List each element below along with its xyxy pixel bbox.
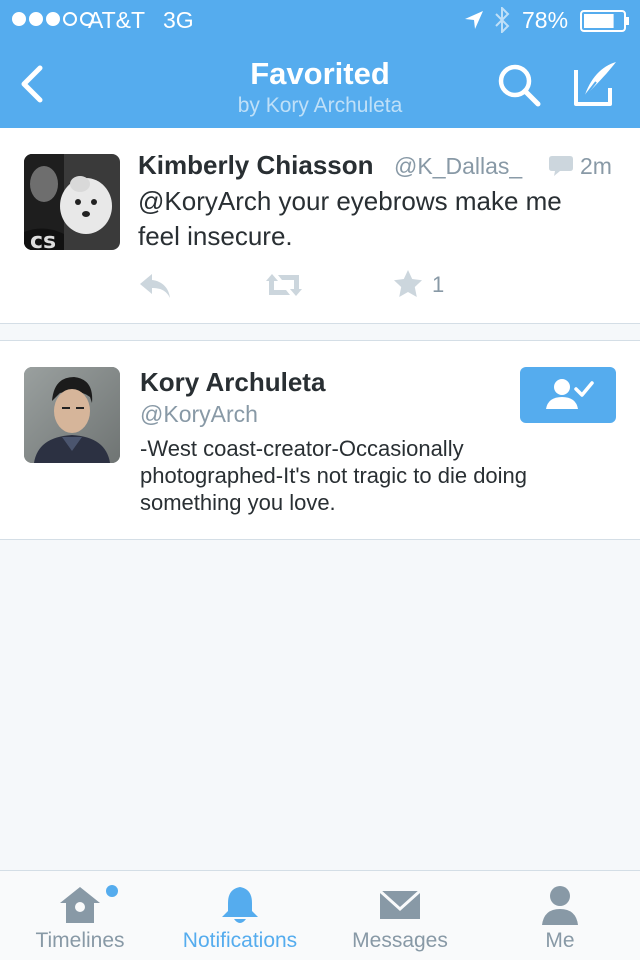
retweet-icon[interactable] <box>264 270 304 300</box>
user-card[interactable]: Kory Archuleta @KoryArch -West coast-cre… <box>0 340 640 540</box>
signal-dot <box>46 12 60 26</box>
tweet-text: @KoryArch your eyebrows make me feel ins… <box>138 186 562 251</box>
page-subtitle: by Kory Archuleta <box>237 94 403 117</box>
network-type: 3G <box>163 7 194 33</box>
reply-icon[interactable] <box>138 270 172 300</box>
signal-dot <box>12 12 26 26</box>
person-icon <box>542 886 578 925</box>
tab-notifications[interactable]: Notifications <box>160 871 320 960</box>
user-handle[interactable]: @KoryArch <box>140 401 258 428</box>
favorite-count: 1 <box>432 272 445 297</box>
tab-timelines[interactable]: Timelines <box>0 871 160 960</box>
user-avatar[interactable] <box>24 367 120 463</box>
tab-messages[interactable]: Messages <box>320 871 480 960</box>
tab-me[interactable]: Me <box>480 871 640 960</box>
location-arrow-icon <box>465 11 483 29</box>
battery-percent: 78% <box>522 7 569 33</box>
carrier-name: AT&T <box>88 7 146 33</box>
tab-bar: Timelines Notifications Messages Me <box>0 870 640 960</box>
tweet-author-handle[interactable]: @K_Dallas_ <box>394 153 522 180</box>
home-icon <box>60 887 100 923</box>
tweet-author-avatar[interactable]: cs <box>24 154 120 250</box>
tweet-card[interactable]: cs Kimberly Chiasson @K_Dallas_ 2m @Kory… <box>0 128 640 324</box>
tweet-timestamp: 2m <box>580 153 612 179</box>
conversation-bubble-icon <box>549 156 573 176</box>
battery-icon <box>580 10 629 32</box>
user-bio: -West coast-creator-Occasionally photogr… <box>140 436 528 515</box>
tab-label: Me <box>545 929 575 952</box>
search-icon[interactable] <box>494 60 544 110</box>
svg-text:cs: cs <box>30 229 56 250</box>
bluetooth-icon <box>495 7 510 33</box>
bell-icon <box>222 887 258 923</box>
compose-icon[interactable] <box>568 58 620 110</box>
user-name[interactable]: Kory Archuleta <box>140 367 325 398</box>
following-user-check-icon <box>546 379 594 409</box>
tweet-author-name[interactable]: Kimberly Chiasson <box>138 150 374 181</box>
status-bar: AT&T 3G 78% <box>0 0 640 40</box>
page-title: Favorited <box>250 56 390 91</box>
tab-label: Messages <box>352 929 448 952</box>
signal-dot <box>63 12 77 26</box>
envelope-icon <box>378 889 422 919</box>
tab-label: Timelines <box>35 929 125 952</box>
tab-label: Notifications <box>182 929 298 952</box>
new-content-dot <box>106 885 118 897</box>
signal-dot <box>29 12 43 26</box>
signal-strength-indicator <box>12 12 94 28</box>
following-button[interactable] <box>520 367 616 423</box>
header: AT&T 3G 78% Favorited by Kory Archuleta <box>0 0 640 128</box>
favorite-star-icon[interactable] <box>392 268 424 300</box>
navigation-bar: Favorited by Kory Archuleta <box>0 40 640 128</box>
